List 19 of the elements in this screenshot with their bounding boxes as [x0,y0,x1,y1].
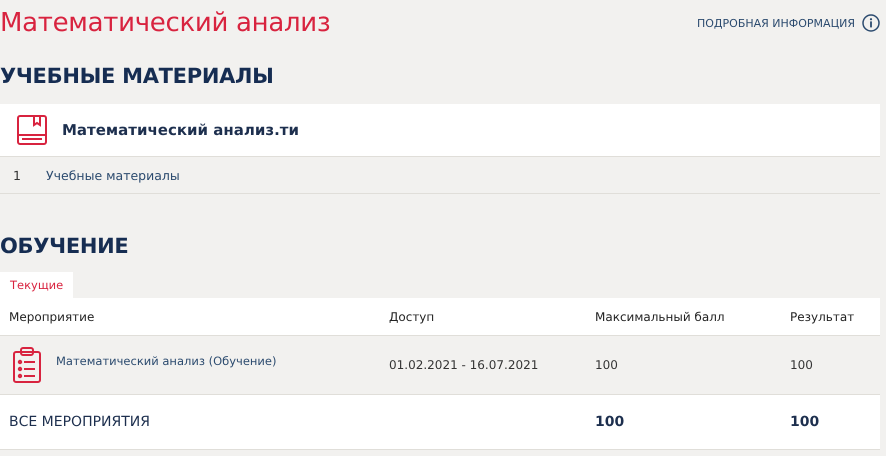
info-icon [862,14,880,32]
total-cell: 100 [586,395,781,450]
section-heading: ОБУЧЕНИЕ [0,234,130,260]
page-title: Математический анализ [0,8,330,38]
column-header: Максимальный балл [586,298,781,336]
event-link[interactable]: Математический анализ (Обучение) [56,354,276,368]
column-header: Мероприятие [0,298,380,336]
clipboard-icon [12,347,42,383]
book-icon [16,114,48,146]
total-label: ВСЕ МЕРОПРИЯТИЯ [0,395,380,450]
item-number: 1 [12,168,22,182]
material-title: Математический анализ.ти [62,121,300,139]
column-header: Результат [781,298,880,336]
total-cell: 100 [781,395,880,450]
section-heading: УЧЕБНЫЕ МАТЕРИАЛЫ [0,64,275,90]
info-link[interactable]: ПОДРОБНАЯ ИНФОРМАЦИЯ [697,14,886,32]
column-header: Доступ [380,298,586,336]
tab[interactable]: Текущие [0,272,74,298]
material-link[interactable]: Учебные материалы [46,168,180,182]
